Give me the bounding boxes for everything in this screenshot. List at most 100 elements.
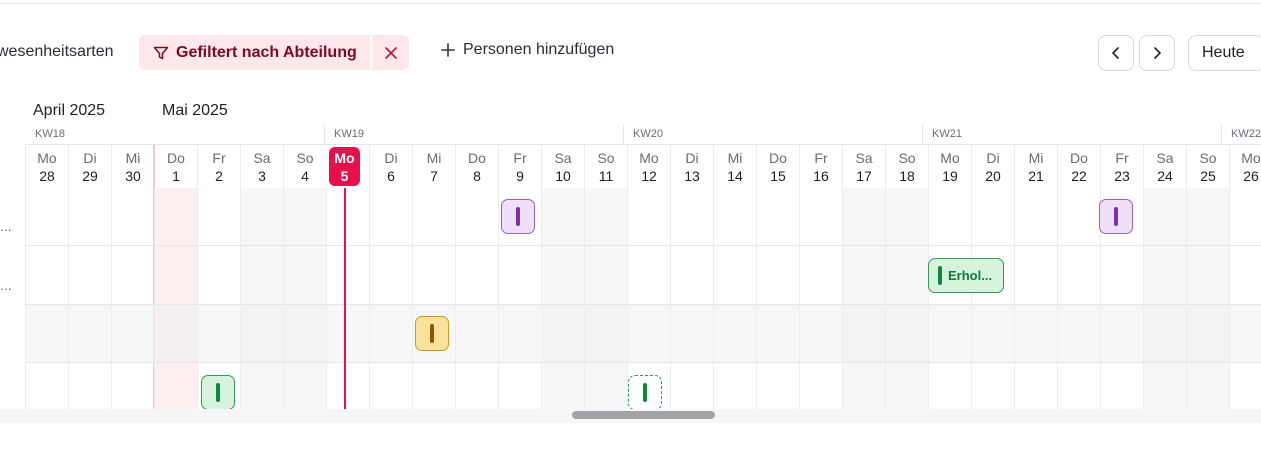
month-label: Mai 2025: [162, 102, 228, 119]
day-header: Sa 17: [842, 145, 885, 188]
day-header: Mi 21: [1014, 145, 1057, 188]
day-date: 2: [215, 168, 223, 184]
day-date: 20: [985, 168, 1001, 184]
day-header: Do 15: [756, 145, 799, 188]
day-header: Di 29: [68, 145, 111, 188]
day-date: 30: [125, 168, 141, 184]
day-date: 11: [598, 168, 614, 184]
day-column[interactable]: [412, 188, 455, 409]
day-column[interactable]: [713, 188, 756, 409]
day-column[interactable]: [326, 188, 369, 409]
day-column[interactable]: [68, 188, 111, 409]
day-column[interactable]: [842, 188, 885, 409]
day-date: 9: [516, 168, 524, 184]
day-header: Mo 19: [928, 145, 971, 188]
day-column[interactable]: [584, 188, 627, 409]
day-name: Fr: [1115, 150, 1129, 166]
horizontal-scrollbar[interactable]: [572, 411, 715, 419]
absence-calendar: April 2025 Mai 2025 KW18 KW19 KW20 KW21 …: [0, 0, 1261, 468]
day-column[interactable]: [111, 188, 154, 409]
day-date: 6: [387, 168, 395, 184]
day-name: Di: [986, 150, 1000, 166]
week-label: KW18: [35, 128, 65, 140]
day-column[interactable]: [670, 188, 713, 409]
day-column[interactable]: [1143, 188, 1186, 409]
row-label: ...: [0, 218, 12, 234]
day-column[interactable]: [885, 188, 928, 409]
day-header: So 25: [1186, 145, 1229, 188]
day-name: Fr: [513, 150, 527, 166]
day-column[interactable]: [369, 188, 412, 409]
day-date: 14: [727, 168, 743, 184]
day-column[interactable]: [154, 188, 197, 409]
day-column[interactable]: [799, 188, 842, 409]
today-marker: Mo 5: [329, 147, 360, 186]
event-bar: [516, 207, 520, 226]
day-name: Mi: [727, 150, 743, 166]
vacation-event[interactable]: Erhol...: [928, 258, 1004, 293]
event-bar: [938, 266, 942, 285]
row-divider: [25, 245, 1261, 246]
day-column[interactable]: [928, 188, 971, 409]
day-header: So 18: [885, 145, 928, 188]
day-name: Fr: [212, 150, 226, 166]
day-column[interactable]: [1014, 188, 1057, 409]
day-date: 1: [172, 168, 180, 184]
day-column[interactable]: [1186, 188, 1229, 409]
event-bar: [1114, 207, 1118, 226]
day-header: Fr 23: [1100, 145, 1143, 188]
day-date: 17: [856, 168, 872, 184]
day-header: Do 1: [154, 145, 197, 188]
pending-vacation-event[interactable]: [628, 375, 662, 410]
day-date: 4: [301, 168, 309, 184]
event-bar: [216, 383, 220, 402]
row-divider: [25, 304, 1261, 305]
day-name: So: [296, 150, 314, 166]
day-header: Fr 9: [498, 145, 541, 188]
day-column[interactable]: [25, 188, 68, 409]
day-name: So: [1199, 150, 1217, 166]
week-label: KW21: [932, 128, 962, 140]
day-column[interactable]: [1057, 188, 1100, 409]
day-date: 22: [1071, 168, 1087, 184]
day-name: Do: [1070, 150, 1088, 166]
day-header: Fr 2: [197, 145, 240, 188]
week-divider: [623, 125, 624, 144]
day-name: Di: [685, 150, 699, 166]
day-date: 18: [899, 168, 915, 184]
vacation-event-label: Erhol...: [948, 268, 993, 283]
vacation-event[interactable]: [201, 375, 235, 410]
day-date: 23: [1114, 168, 1130, 184]
day-column[interactable]: [1229, 188, 1261, 409]
day-date: 7: [430, 168, 438, 184]
absence-event-yellow[interactable]: [415, 316, 449, 351]
row-highlight: [25, 304, 1261, 362]
today-day-date: 5: [340, 168, 349, 184]
day-name: Do: [167, 150, 185, 166]
day-header: Sa 24: [1143, 145, 1186, 188]
day-name: Mo: [1241, 150, 1261, 166]
day-header: Mi 14: [713, 145, 756, 188]
day-column[interactable]: [283, 188, 326, 409]
day-name: So: [898, 150, 916, 166]
day-column[interactable]: [541, 188, 584, 409]
day-name: Mo: [37, 150, 57, 166]
event-bar: [643, 383, 647, 402]
day-name: Mi: [426, 150, 442, 166]
week-label: KW19: [334, 128, 364, 140]
absence-event-purple[interactable]: [1099, 199, 1133, 234]
event-bar: [430, 324, 434, 343]
day-column[interactable]: [756, 188, 799, 409]
day-header: Mo 28: [25, 145, 68, 188]
day-name: Sa: [1156, 150, 1174, 166]
day-column[interactable]: [240, 188, 283, 409]
today-day-name: Mo: [334, 150, 355, 166]
day-column[interactable]: [971, 188, 1014, 409]
day-name: Mi: [125, 150, 141, 166]
day-header: Sa 3: [240, 145, 283, 188]
absence-event-purple[interactable]: [501, 199, 535, 234]
week-divider: [922, 125, 923, 144]
day-column[interactable]: [455, 188, 498, 409]
day-date: 29: [82, 168, 98, 184]
day-name: Do: [769, 150, 787, 166]
